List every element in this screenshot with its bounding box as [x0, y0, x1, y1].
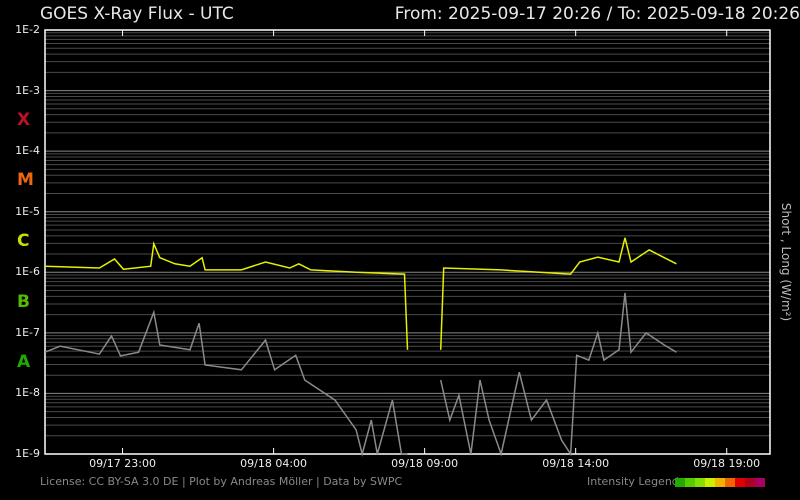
y-tick-label: 1E-5 [15, 204, 40, 218]
legend-swatch [755, 478, 765, 487]
legend-swatch [685, 478, 695, 487]
x-tick-label: 09/18 14:00 [542, 457, 610, 470]
flare-class-a: A [17, 352, 31, 373]
x-tick-label: 09/18 04:00 [240, 457, 308, 470]
legend-swatch [735, 478, 745, 487]
legend-swatch [695, 478, 705, 487]
flare-class-m: M [17, 170, 34, 191]
y-axis-label: Short , Long (W/m²) [779, 202, 793, 322]
legend-swatch [705, 478, 715, 487]
y-tick-label: 1E-9 [15, 447, 40, 460]
series-short [44, 292, 677, 457]
y-tick-label: 1E-4 [15, 144, 40, 158]
x-tick-label: 09/18 09:00 [391, 457, 459, 470]
y-tick-label: 1E-3 [15, 83, 40, 97]
intensity-legend-label: Intensity Legend [587, 475, 679, 488]
intensity-legend [675, 478, 765, 487]
y-tick-label: 1E-7 [15, 325, 40, 339]
license-text: License: CC BY-SA 3.0 DE | Plot by Andre… [40, 475, 403, 488]
legend-swatch [715, 478, 725, 487]
flare-class-b: B [17, 291, 30, 312]
flare-class-c: C [17, 231, 30, 251]
y-tick-label: 1E-8 [15, 386, 40, 400]
y-tick-label: 1E-6 [15, 265, 40, 279]
x-tick-label: 09/18 19:00 [693, 457, 761, 470]
plot-area [44, 29, 771, 457]
flare-class-x: X [17, 109, 31, 130]
legend-swatch [745, 478, 755, 487]
legend-swatch [725, 478, 735, 487]
x-tick-label: 09/17 23:00 [89, 457, 156, 470]
y-tick-label: 1E-2 [15, 23, 40, 36]
legend-swatch [675, 478, 685, 487]
